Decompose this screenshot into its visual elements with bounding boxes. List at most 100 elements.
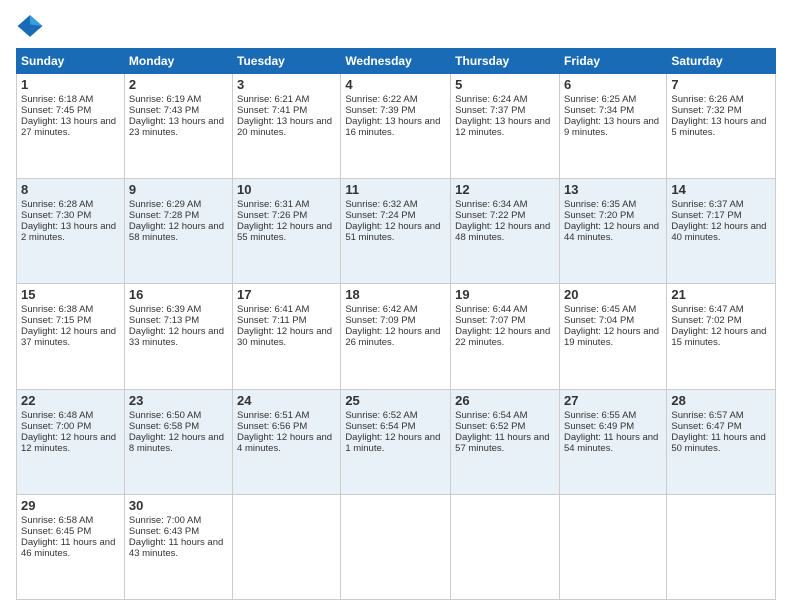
day-info: Daylight: 11 hours and 54 minutes. <box>564 432 662 454</box>
day-info: Sunset: 6:54 PM <box>345 421 446 432</box>
day-info: Daylight: 12 hours and 4 minutes. <box>237 432 336 454</box>
day-number: 28 <box>671 393 771 408</box>
day-info: Daylight: 12 hours and 37 minutes. <box>21 326 120 348</box>
day-info: Sunrise: 6:52 AM <box>345 410 446 421</box>
day-number: 24 <box>237 393 336 408</box>
day-info: Sunrise: 6:41 AM <box>237 304 336 315</box>
calendar-cell: 30Sunrise: 7:00 AMSunset: 6:43 PMDayligh… <box>124 494 232 599</box>
logo-icon <box>16 12 44 40</box>
calendar-cell <box>667 494 776 599</box>
day-info: Sunrise: 6:35 AM <box>564 199 662 210</box>
day-number: 8 <box>21 182 120 197</box>
calendar-cell <box>233 494 341 599</box>
day-info: Daylight: 12 hours and 12 minutes. <box>21 432 120 454</box>
day-number: 2 <box>129 77 228 92</box>
logo <box>16 12 48 40</box>
day-info: Sunset: 7:22 PM <box>455 210 555 221</box>
day-info: Sunset: 7:15 PM <box>21 315 120 326</box>
day-info: Daylight: 12 hours and 48 minutes. <box>455 221 555 243</box>
day-info: Daylight: 13 hours and 27 minutes. <box>21 116 120 138</box>
day-info: Sunset: 7:20 PM <box>564 210 662 221</box>
day-number: 9 <box>129 182 228 197</box>
day-info: Sunrise: 6:39 AM <box>129 304 228 315</box>
calendar-cell: 16Sunrise: 6:39 AMSunset: 7:13 PMDayligh… <box>124 284 232 389</box>
day-info: Daylight: 11 hours and 50 minutes. <box>671 432 771 454</box>
day-info: Daylight: 12 hours and 1 minute. <box>345 432 446 454</box>
day-info: Sunset: 7:24 PM <box>345 210 446 221</box>
day-info: Daylight: 12 hours and 33 minutes. <box>129 326 228 348</box>
day-number: 5 <box>455 77 555 92</box>
calendar-cell: 5Sunrise: 6:24 AMSunset: 7:37 PMDaylight… <box>451 74 560 179</box>
day-number: 1 <box>21 77 120 92</box>
calendar-cell: 22Sunrise: 6:48 AMSunset: 7:00 PMDayligh… <box>17 389 125 494</box>
calendar-cell <box>451 494 560 599</box>
day-info: Sunrise: 6:57 AM <box>671 410 771 421</box>
calendar-cell: 26Sunrise: 6:54 AMSunset: 6:52 PMDayligh… <box>451 389 560 494</box>
day-number: 20 <box>564 287 662 302</box>
day-info: Sunrise: 6:54 AM <box>455 410 555 421</box>
day-info: Daylight: 13 hours and 5 minutes. <box>671 116 771 138</box>
day-header-wednesday: Wednesday <box>341 49 451 74</box>
day-info: Sunrise: 6:51 AM <box>237 410 336 421</box>
day-info: Sunrise: 6:22 AM <box>345 94 446 105</box>
day-info: Sunrise: 6:45 AM <box>564 304 662 315</box>
day-info: Sunrise: 6:50 AM <box>129 410 228 421</box>
day-header-sunday: Sunday <box>17 49 125 74</box>
day-info: Daylight: 11 hours and 46 minutes. <box>21 537 120 559</box>
day-info: Daylight: 13 hours and 23 minutes. <box>129 116 228 138</box>
day-info: Sunset: 7:13 PM <box>129 315 228 326</box>
day-info: Sunset: 7:02 PM <box>671 315 771 326</box>
calendar-cell: 29 Sunrise: 6:58 AMSunset: 6:45 PMDayligh… <box>17 494 125 599</box>
day-number: 26 <box>455 393 555 408</box>
day-number: 11 <box>345 182 446 197</box>
day-info: Daylight: 12 hours and 15 minutes. <box>671 326 771 348</box>
day-info: Sunrise: 6:26 AM <box>671 94 771 105</box>
day-info: Daylight: 12 hours and 26 minutes. <box>345 326 446 348</box>
day-number: 25 <box>345 393 446 408</box>
calendar-cell: 10Sunrise: 6:31 AMSunset: 7:26 PMDayligh… <box>233 179 341 284</box>
calendar-cell: 14Sunrise: 6:37 AMSunset: 7:17 PMDayligh… <box>667 179 776 284</box>
day-number: 4 <box>345 77 446 92</box>
day-info: Sunset: 7:41 PM <box>237 105 336 116</box>
day-info: Daylight: 12 hours and 30 minutes. <box>237 326 336 348</box>
day-info: Sunrise: 6:58 AM <box>21 515 120 526</box>
day-info: Sunrise: 6:38 AM <box>21 304 120 315</box>
day-number: 23 <box>129 393 228 408</box>
day-info: Daylight: 13 hours and 20 minutes. <box>237 116 336 138</box>
day-info: Sunset: 6:45 PM <box>21 526 120 537</box>
calendar-body: 1Sunrise: 6:18 AMSunset: 7:45 PMDaylight… <box>17 74 776 600</box>
day-info: Sunrise: 6:48 AM <box>21 410 120 421</box>
day-info: Sunset: 7:30 PM <box>21 210 120 221</box>
day-number: 21 <box>671 287 771 302</box>
day-info: Daylight: 13 hours and 2 minutes. <box>21 221 120 243</box>
calendar-cell: 21Sunrise: 6:47 AMSunset: 7:02 PMDayligh… <box>667 284 776 389</box>
day-info: Sunrise: 6:19 AM <box>129 94 228 105</box>
day-info: Sunrise: 6:25 AM <box>564 94 662 105</box>
day-info: Daylight: 13 hours and 16 minutes. <box>345 116 446 138</box>
calendar-cell: 6Sunrise: 6:25 AMSunset: 7:34 PMDaylight… <box>559 74 666 179</box>
day-info: Daylight: 12 hours and 58 minutes. <box>129 221 228 243</box>
calendar-cell: 19Sunrise: 6:44 AMSunset: 7:07 PMDayligh… <box>451 284 560 389</box>
day-info: Sunset: 6:49 PM <box>564 421 662 432</box>
day-info: Sunset: 7:26 PM <box>237 210 336 221</box>
day-header-tuesday: Tuesday <box>233 49 341 74</box>
calendar-cell: 25 Sunrise: 6:52 AMSunset: 6:54 PMDayligh… <box>341 389 451 494</box>
day-info: Daylight: 12 hours and 44 minutes. <box>564 221 662 243</box>
day-info: Sunrise: 6:44 AM <box>455 304 555 315</box>
day-info: Sunset: 7:04 PM <box>564 315 662 326</box>
calendar-week-3: 22Sunrise: 6:48 AMSunset: 7:00 PMDayligh… <box>17 389 776 494</box>
day-number: 14 <box>671 182 771 197</box>
day-number: 27 <box>564 393 662 408</box>
day-header-monday: Monday <box>124 49 232 74</box>
day-info: Daylight: 12 hours and 51 minutes. <box>345 221 446 243</box>
day-number: 29 <box>21 498 120 513</box>
calendar-header-row: SundayMondayTuesdayWednesdayThursdayFrid… <box>17 49 776 74</box>
day-info: Daylight: 11 hours and 43 minutes. <box>129 537 228 559</box>
calendar-cell <box>559 494 666 599</box>
day-info: Sunset: 7:09 PM <box>345 315 446 326</box>
day-info: Sunset: 7:00 PM <box>21 421 120 432</box>
calendar-cell: 12Sunrise: 6:34 AMSunset: 7:22 PMDayligh… <box>451 179 560 284</box>
day-info: Sunrise: 6:28 AM <box>21 199 120 210</box>
day-info: Sunset: 7:37 PM <box>455 105 555 116</box>
day-number: 12 <box>455 182 555 197</box>
